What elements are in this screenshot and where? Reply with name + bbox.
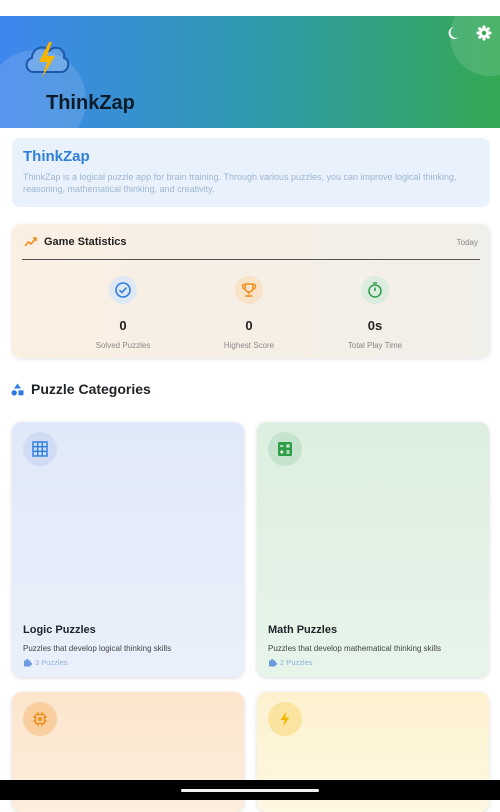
trending-up-icon <box>24 237 37 247</box>
stats-divider <box>22 259 480 260</box>
grid-icon <box>32 441 48 457</box>
stat-solved-puzzles: 0 Solved Puzzles <box>68 276 178 350</box>
moon-icon <box>448 27 459 39</box>
stat-total-play-time: 0s Total Play Time <box>320 276 430 350</box>
system-navigation-bar <box>0 780 500 800</box>
puzzle-categories-header: Puzzle Categories <box>11 381 151 397</box>
app-header: ThinkZap <box>0 16 500 128</box>
settings-button[interactable] <box>475 24 493 42</box>
section-title: Puzzle Categories <box>31 381 151 397</box>
app-logo-icon <box>22 38 72 82</box>
stats-period: Today <box>456 238 478 247</box>
category-count-text: 3 Puzzles <box>35 658 68 667</box>
category-count-text: 2 Puzzles <box>280 658 313 667</box>
stat-value: 0 <box>119 318 127 333</box>
puzzle-piece-icon <box>269 658 277 667</box>
check-circle-icon <box>115 282 131 298</box>
game-statistics-card: Game Statistics Today 0 Solved Puzzles 0… <box>12 224 490 358</box>
stat-value: 0s <box>367 318 383 333</box>
puzzle-piece-icon <box>24 658 32 667</box>
app-info-card: ThinkZap ThinkZap is a logical puzzle ap… <box>12 138 490 207</box>
home-gesture-handle[interactable] <box>181 789 319 792</box>
app-title: ThinkZap <box>46 92 135 114</box>
timer-icon <box>368 282 382 298</box>
stat-label: Solved Puzzles <box>95 341 151 350</box>
calculator-icon <box>278 442 292 456</box>
chip-icon <box>33 712 47 726</box>
stat-icon-circle <box>235 276 263 304</box>
category-description: Puzzles that develop mathematical thinki… <box>268 644 441 653</box>
category-icon-circle <box>23 432 57 466</box>
category-icon-circle <box>268 702 302 736</box>
stat-icon-circle <box>361 276 389 304</box>
theme-toggle-button[interactable] <box>446 24 464 42</box>
category-description: Puzzles that develop logical thinking sk… <box>23 644 172 653</box>
stats-header: Game Statistics <box>24 236 127 248</box>
info-description: ThinkZap is a logical puzzle app for bra… <box>23 172 457 194</box>
category-icon <box>11 383 24 395</box>
category-icon-circle <box>268 432 302 466</box>
category-icon-circle <box>23 702 57 736</box>
category-count: 3 Puzzles <box>23 658 68 667</box>
trophy-icon <box>241 283 257 297</box>
stat-label: Highest Score <box>223 341 275 350</box>
category-count: 2 Puzzles <box>268 658 313 667</box>
stat-highest-score: 0 Highest Score <box>194 276 304 350</box>
lightning-icon <box>280 711 290 727</box>
info-title: ThinkZap <box>23 148 90 165</box>
stats-title: Game Statistics <box>44 236 127 248</box>
status-bar <box>0 0 500 16</box>
gear-icon <box>476 25 492 41</box>
stat-label: Total Play Time <box>347 341 403 350</box>
stat-value: 0 <box>245 318 253 333</box>
category-card-logic-puzzles[interactable]: Logic Puzzles Puzzles that develop logic… <box>12 422 244 677</box>
category-title: Math Puzzles <box>268 624 338 636</box>
category-card-math-puzzles[interactable]: Math Puzzles Puzzles that develop mathem… <box>257 422 489 677</box>
category-title: Logic Puzzles <box>23 624 96 636</box>
stat-icon-circle <box>109 276 137 304</box>
